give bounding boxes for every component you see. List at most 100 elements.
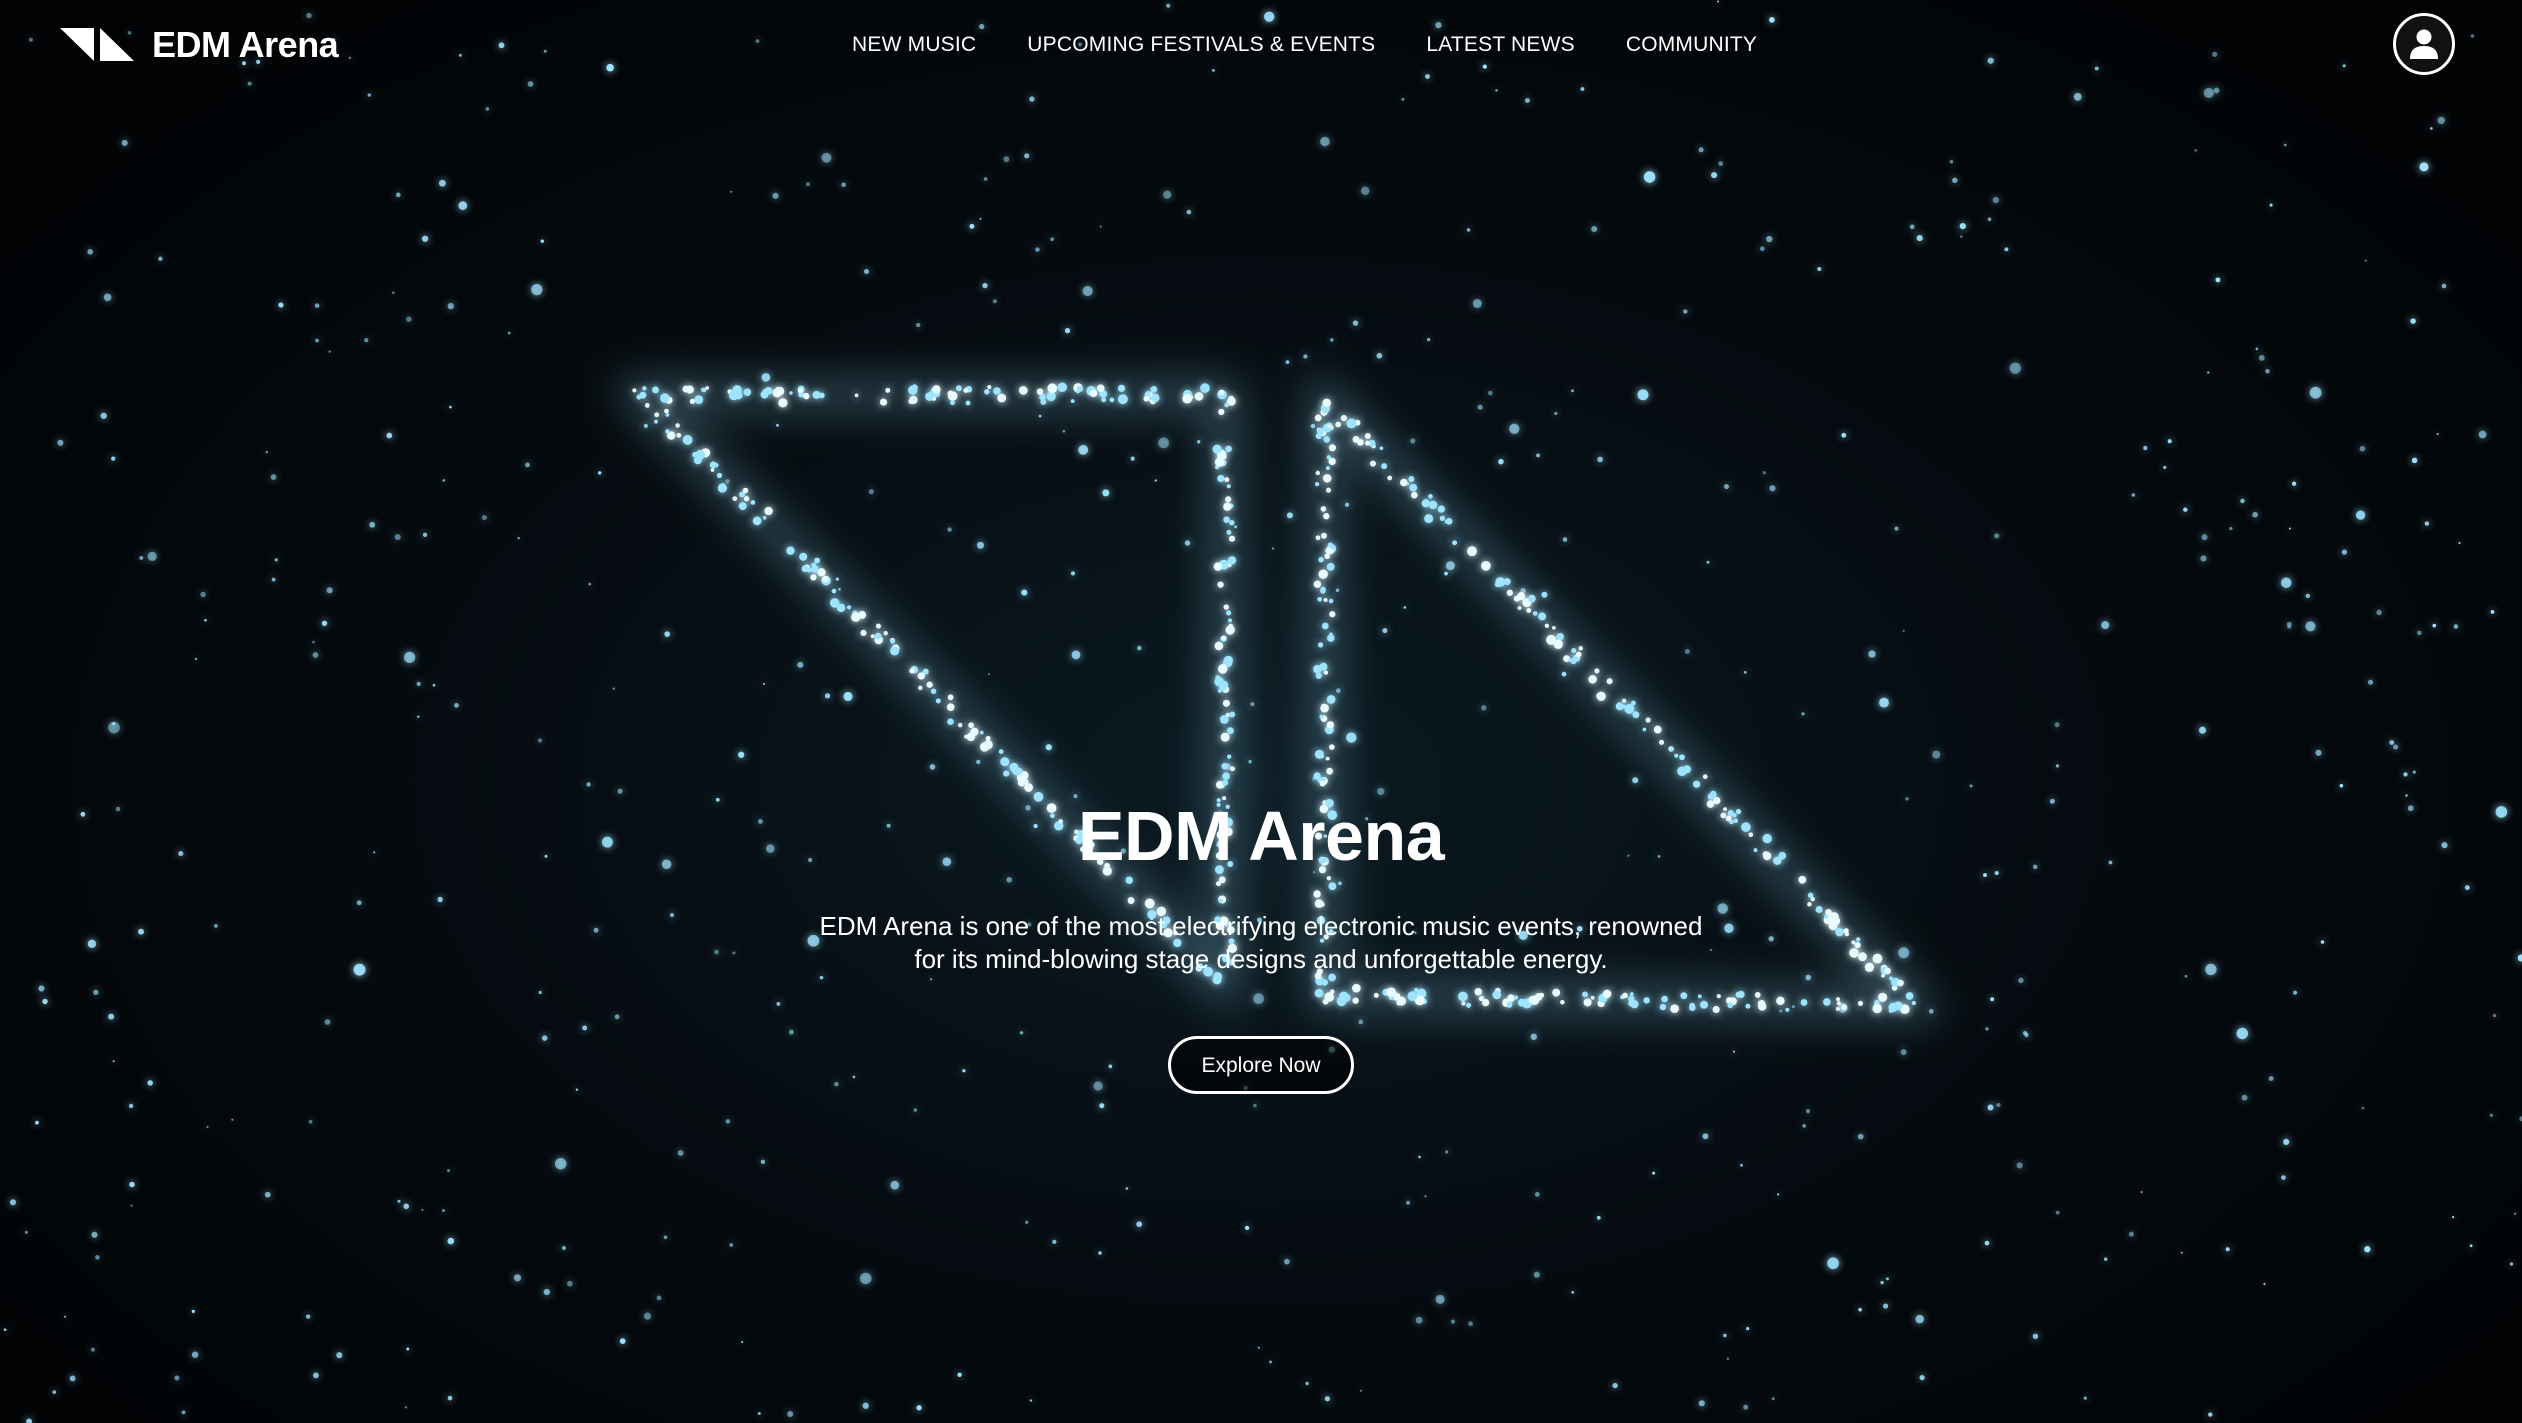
particle-star — [729, 1243, 734, 1247]
particle-star — [421, 235, 429, 242]
particle-star — [147, 551, 157, 561]
particle-logo-dot — [1409, 483, 1418, 492]
particle-star — [1805, 1109, 1811, 1114]
particle-star — [1916, 235, 1923, 242]
particle-star — [1723, 1333, 1727, 1338]
particle-star — [761, 373, 771, 382]
particle-star — [2055, 1210, 2060, 1215]
particle-logo-dot — [1506, 589, 1513, 596]
particle-logo-dot — [1387, 475, 1393, 481]
particle-star — [1382, 628, 1388, 634]
particle-logo-dot — [714, 463, 719, 468]
particle-logo-dot — [1327, 542, 1333, 548]
particle-star — [540, 239, 544, 243]
particle-star — [1310, 423, 1316, 429]
particle-logo-dot — [1632, 711, 1640, 719]
particle-star — [313, 1372, 319, 1379]
particle-star — [2478, 430, 2487, 439]
particle-star — [598, 471, 602, 475]
particle-star — [1769, 485, 1776, 492]
particle-star — [191, 1309, 195, 1313]
particle-logo-dot — [1702, 774, 1708, 780]
particle-star — [762, 515, 767, 520]
nav-item-latest-news[interactable]: LATEST NEWS — [1426, 28, 1574, 62]
particle-star — [52, 1390, 57, 1394]
particle-star — [1029, 1399, 1033, 1402]
particle-logo-dot — [1219, 680, 1229, 690]
particle-logo-dot — [1452, 540, 1458, 546]
particle-star — [838, 588, 841, 591]
brand-name: EDM Arena — [152, 24, 339, 65]
particle-logo-dot — [1089, 389, 1098, 398]
particle-star — [1718, 161, 1724, 166]
nav-item-community[interactable]: COMMUNITY — [1626, 28, 1757, 62]
particle-star — [174, 1375, 180, 1381]
particle-star — [2255, 347, 2259, 351]
particle-star — [663, 1235, 668, 1240]
particle-star — [2309, 386, 2322, 399]
nav-item-upcoming-festivals-events[interactable]: UPCOMING FESTIVALS & EVENTS — [1027, 28, 1375, 62]
particle-logo-dot — [1222, 779, 1229, 786]
account-button[interactable] — [2393, 13, 2455, 75]
particle-star — [2490, 609, 2495, 614]
particle-star — [204, 618, 207, 622]
particle-logo-dot — [1319, 780, 1326, 787]
particle-logo-dot — [636, 394, 642, 400]
particle-logo-dot — [1329, 632, 1333, 637]
particle-star — [447, 302, 454, 310]
particle-logo-dot — [1146, 392, 1151, 397]
particle-star — [57, 439, 64, 446]
particle-logo-dot — [1217, 474, 1225, 483]
particle-star — [1253, 1103, 1257, 1108]
particle-star — [1186, 209, 1192, 215]
particle-star — [1234, 525, 1238, 529]
particle-logo-dot — [1327, 424, 1332, 429]
particle-star — [1136, 1221, 1143, 1228]
particle-logo-dot — [1226, 484, 1231, 489]
particle-star — [1359, 1389, 1362, 1392]
particle-star — [992, 299, 997, 304]
particle-star — [447, 1237, 455, 1245]
particle-star — [2163, 465, 2167, 469]
particle-star — [69, 1375, 76, 1382]
particle-star — [787, 1411, 794, 1417]
particle-star — [1932, 750, 1941, 759]
particle-logo-dot — [1324, 553, 1331, 560]
brand-logo-link[interactable]: EDM Arena — [60, 22, 339, 68]
particle-logo-dot — [890, 638, 895, 644]
particle-star — [947, 527, 952, 532]
particle-star — [2509, 1262, 2514, 1266]
particle-star — [1969, 784, 1973, 788]
particle-logo-dot — [947, 390, 954, 397]
particle-logo-dot — [860, 629, 867, 636]
particle-star — [1637, 389, 1649, 401]
nav-item-new-music[interactable]: NEW MUSIC — [852, 28, 976, 62]
particle-star — [1136, 645, 1142, 651]
particle-star — [128, 1103, 134, 1109]
particle-star — [315, 338, 319, 343]
particle-logo-dot — [1223, 604, 1230, 610]
particle-star — [1554, 411, 1558, 416]
particle-star — [1410, 438, 1416, 444]
particle-star — [1197, 440, 1201, 444]
explore-now-button[interactable]: Explore Now — [1168, 1036, 1354, 1094]
particle-logo-dot — [1326, 721, 1335, 729]
particle-star — [9, 1199, 17, 1206]
particle-logo-dot — [1594, 668, 1600, 674]
particle-logo-dot — [682, 385, 690, 393]
particle-star — [1305, 1381, 1309, 1386]
particle-logo-dot — [926, 681, 933, 688]
particle-star — [1078, 444, 1089, 455]
particle-star — [1534, 1192, 1540, 1197]
particle-star — [1045, 744, 1052, 751]
particle-star — [1487, 390, 1493, 396]
particle-star — [1743, 671, 1747, 674]
particle-logo-dot — [854, 393, 859, 398]
particle-star — [1346, 732, 1357, 743]
particle-star — [314, 303, 320, 308]
particle-logo-dot — [1321, 703, 1326, 708]
particle-star — [983, 177, 988, 181]
particle-logo-dot — [1219, 715, 1229, 724]
particle-star — [1857, 1133, 1864, 1140]
particle-star — [1466, 228, 1471, 232]
